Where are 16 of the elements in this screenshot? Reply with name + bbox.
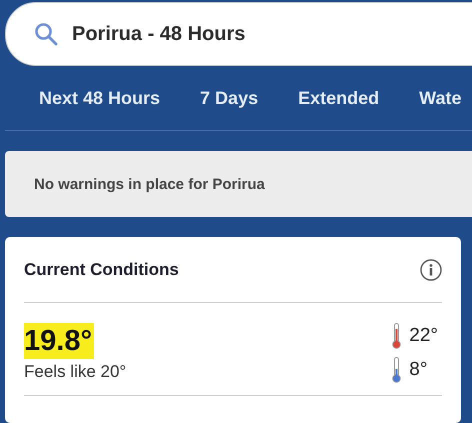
search-bar[interactable]: Porirua - 48 Hours — [5, 2, 472, 66]
nav-tab[interactable]: Next 48 Hours — [39, 88, 160, 108]
warning-message: No warnings in place for Porirua — [5, 151, 472, 217]
card-title: Current Conditions — [24, 260, 179, 280]
high-temperature: 22° — [409, 325, 438, 347]
nav-tab[interactable]: Extended — [298, 88, 380, 108]
feels-like-text: Feels like 20° — [24, 362, 126, 382]
info-icon[interactable] — [420, 258, 442, 280]
thermometer-icon — [392, 357, 402, 383]
current-temperature: 19.8° — [24, 323, 94, 359]
search-icon — [34, 22, 58, 46]
low-temperature: 8° — [409, 359, 428, 381]
nav-tab[interactable]: 7 Days — [200, 88, 258, 108]
search-field[interactable]: Porirua - 48 Hours — [72, 22, 472, 46]
nav-tab[interactable]: Wate — [419, 88, 462, 108]
thermometer-icon — [392, 323, 402, 349]
